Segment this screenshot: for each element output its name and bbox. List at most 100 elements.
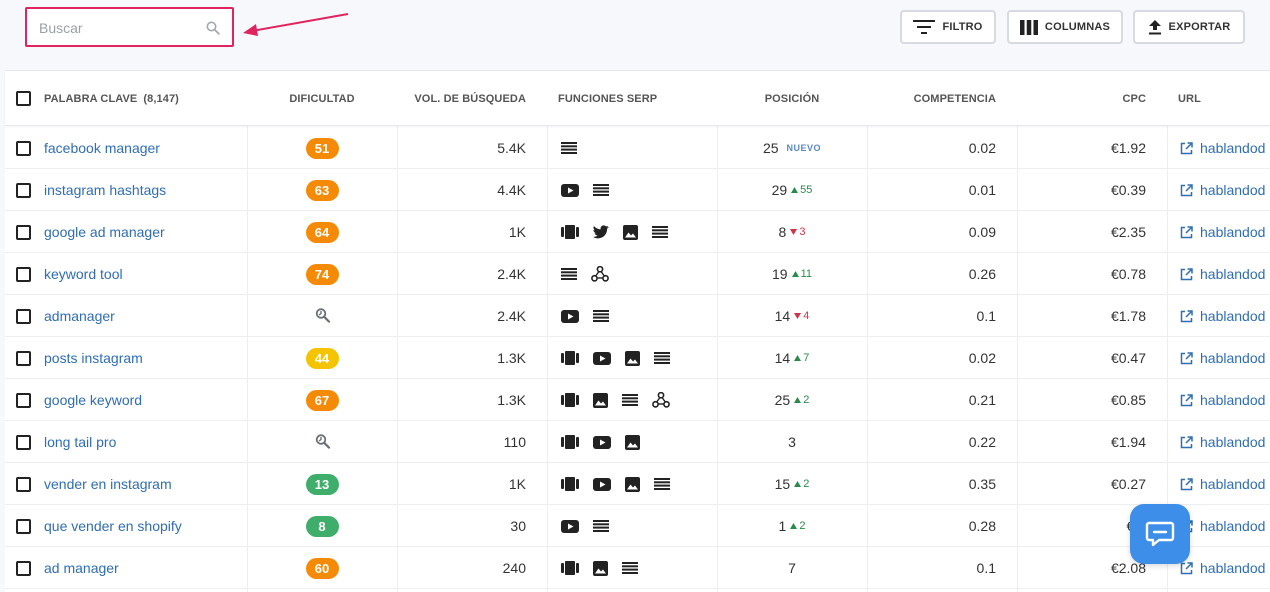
carousel-icon[interactable] — [561, 225, 579, 239]
list-icon[interactable] — [622, 562, 638, 574]
row-checkbox[interactable] — [16, 182, 31, 198]
header-volume[interactable]: VOL. DE BÚSQUEDA — [397, 71, 526, 126]
carousel-icon[interactable] — [561, 561, 579, 575]
header-select-all[interactable] — [16, 71, 36, 126]
list-icon[interactable] — [652, 226, 668, 238]
keyword-cell[interactable]: admanager — [44, 295, 244, 337]
list-icon[interactable] — [593, 184, 609, 196]
url-link[interactable]: hablandod — [1180, 434, 1265, 450]
list-icon[interactable] — [622, 394, 638, 406]
url-link[interactable]: hablandod — [1180, 560, 1265, 576]
url-link[interactable]: hablandod — [1180, 476, 1265, 492]
twitter-icon[interactable] — [593, 225, 609, 239]
table-row[interactable]: google keyword 67 1.3K 25 2 0.21 €0.85 h… — [5, 379, 1270, 421]
list-icon[interactable] — [561, 142, 577, 154]
table-row[interactable]: instagram hashtags 63 4.4K 29 55 0.01 €0… — [5, 169, 1270, 211]
row-checkbox[interactable] — [16, 518, 31, 534]
row-checkbox[interactable] — [16, 476, 31, 492]
url-link[interactable]: hablandod — [1180, 140, 1265, 156]
url-cell[interactable]: hablandod — [1180, 253, 1270, 295]
keyword-link[interactable]: admanager — [44, 308, 115, 324]
row-select[interactable] — [16, 211, 36, 253]
url-cell[interactable]: hablandod — [1180, 295, 1270, 337]
keyword-link[interactable]: vender en instagram — [44, 476, 172, 492]
header-position[interactable]: POSICIÓN — [717, 71, 867, 126]
header-competition[interactable]: COMPETENCIA — [867, 71, 996, 126]
keyword-link[interactable]: google keyword — [44, 392, 142, 408]
search-input[interactable] — [39, 18, 199, 38]
video-icon[interactable] — [561, 183, 579, 197]
row-select[interactable] — [16, 253, 36, 295]
carousel-icon[interactable] — [561, 477, 579, 491]
list-icon[interactable] — [654, 478, 670, 490]
url-cell[interactable]: hablandod — [1180, 379, 1270, 421]
header-difficulty[interactable]: DIFICULTAD — [247, 71, 397, 126]
row-select[interactable] — [16, 379, 36, 421]
table-row[interactable]: vender en instagram 13 1K 15 2 0.35 €0.2… — [5, 463, 1270, 505]
row-checkbox[interactable] — [16, 560, 31, 576]
carousel-icon[interactable] — [561, 435, 579, 449]
select-all-checkbox[interactable] — [16, 91, 31, 106]
url-link[interactable]: hablandod — [1180, 182, 1265, 198]
video-icon[interactable] — [593, 435, 611, 449]
image-icon[interactable] — [593, 560, 608, 576]
row-select[interactable] — [16, 169, 36, 211]
keyword-cell[interactable]: instagram hashtags — [44, 169, 244, 211]
url-cell[interactable]: hablandod — [1180, 463, 1270, 505]
video-icon[interactable] — [561, 309, 579, 323]
list-icon[interactable] — [561, 268, 577, 280]
keyword-cell[interactable]: facebook manager — [44, 127, 244, 169]
row-select[interactable] — [16, 127, 36, 169]
search-box[interactable] — [25, 7, 234, 47]
chat-button[interactable] — [1130, 504, 1190, 564]
table-row[interactable]: keyword tool 74 2.4K 19 11 0.26 €0.78 ha… — [5, 253, 1270, 295]
keyword-cell[interactable]: ad manager — [44, 547, 244, 589]
keyword-link[interactable]: instagram hashtags — [44, 182, 166, 198]
keyword-cell[interactable]: long tail pro — [44, 421, 244, 463]
row-checkbox[interactable] — [16, 224, 31, 240]
video-icon[interactable] — [593, 351, 611, 365]
row-checkbox[interactable] — [16, 392, 31, 408]
url-cell[interactable]: hablandod — [1180, 547, 1270, 589]
search-icon[interactable] — [206, 21, 220, 35]
video-icon[interactable] — [593, 477, 611, 491]
table-row[interactable]: ad manager 60 240 7 0.1 €2.08 hablandod — [5, 547, 1270, 589]
analyze-icon[interactable] — [314, 433, 331, 452]
analyze-icon[interactable] — [314, 307, 331, 326]
keyword-link[interactable]: ad manager — [44, 560, 119, 576]
header-cpc[interactable]: CPC — [1017, 71, 1146, 126]
list-icon[interactable] — [654, 352, 670, 364]
url-cell[interactable]: hablandod — [1180, 337, 1270, 379]
filter-button[interactable]: FILTRO — [900, 10, 996, 44]
keyword-cell[interactable]: vender en instagram — [44, 463, 244, 505]
table-row[interactable]: posts instagram 44 1.3K 14 7 0.02 €0.47 … — [5, 337, 1270, 379]
keyword-cell[interactable]: posts instagram — [44, 337, 244, 379]
url-link[interactable]: hablandod — [1180, 350, 1265, 366]
list-icon[interactable] — [593, 520, 609, 532]
url-link[interactable]: hablandod — [1180, 392, 1265, 408]
url-cell[interactable]: hablandod — [1180, 127, 1270, 169]
keyword-cell[interactable]: que vender en shopify — [44, 505, 244, 547]
row-checkbox[interactable] — [16, 350, 31, 366]
row-select[interactable] — [16, 463, 36, 505]
list-icon[interactable] — [593, 310, 609, 322]
keyword-cell[interactable]: google ad manager — [44, 211, 244, 253]
carousel-icon[interactable] — [561, 351, 579, 365]
row-checkbox[interactable] — [16, 266, 31, 282]
video-icon[interactable] — [561, 519, 579, 533]
keyword-link[interactable]: keyword tool — [44, 266, 123, 282]
url-link[interactable]: hablandod — [1180, 224, 1265, 240]
row-checkbox[interactable] — [16, 308, 31, 324]
row-select[interactable] — [16, 295, 36, 337]
header-keyword[interactable]: PALABRA CLAVE (8,147) — [44, 71, 244, 126]
table-row[interactable]: long tail pro 110 3 0.22 €1.94 hablandod — [5, 421, 1270, 463]
row-select[interactable] — [16, 547, 36, 589]
url-cell[interactable]: hablandod — [1180, 505, 1270, 547]
url-link[interactable]: hablandod — [1180, 266, 1265, 282]
export-button[interactable]: EXPORTAR — [1133, 10, 1245, 44]
keyword-link[interactable]: long tail pro — [44, 434, 116, 450]
image-icon[interactable] — [593, 392, 608, 408]
keyword-link[interactable]: posts instagram — [44, 350, 143, 366]
table-row[interactable]: admanager 2.4K 14 4 0.1 €1.78 hablandod — [5, 295, 1270, 337]
keyword-link[interactable]: google ad manager — [44, 224, 165, 240]
